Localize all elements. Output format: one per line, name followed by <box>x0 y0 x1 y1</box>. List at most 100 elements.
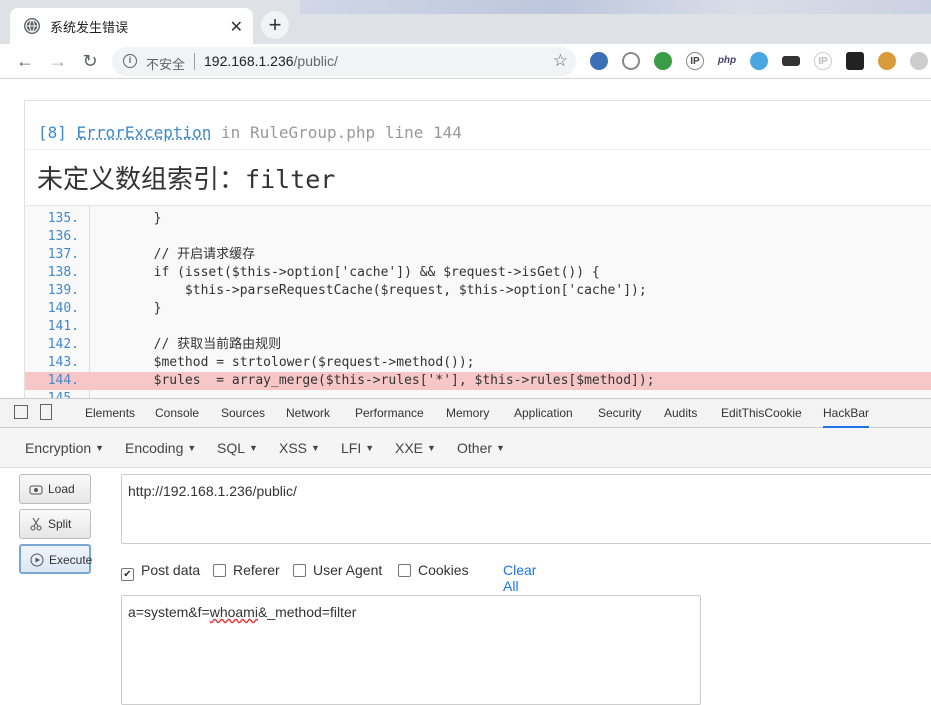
devtools-tab-security[interactable]: Security <box>598 406 641 420</box>
code-line: 140. } <box>25 300 931 318</box>
mask-ext-icon[interactable] <box>782 56 800 66</box>
devtools-tab-memory[interactable]: Memory <box>446 406 489 420</box>
pie-ext-icon[interactable] <box>910 52 928 70</box>
hackbar-menu-encoding[interactable]: Encoding ▼ <box>125 440 196 456</box>
code-text: $rules = array_merge($this->rules['*'], … <box>91 373 655 388</box>
php-ext-icon[interactable]: php <box>716 52 738 70</box>
hackbar-menu-lfi[interactable]: LFI ▼ <box>341 440 374 456</box>
referer-checkbox[interactable]: Referer <box>213 562 280 578</box>
code-text: // 获取当前路由规则 <box>91 337 282 352</box>
play-icon <box>30 553 44 567</box>
url-text[interactable]: 192.168.1.236/public/ <box>204 53 338 69</box>
reload-icon[interactable]: ↻ <box>77 48 103 74</box>
hackbar-body: Load URL Split URL Execute http://192.16… <box>0 468 931 705</box>
line-number: 141. <box>47 319 79 334</box>
code-text: $method = strtolower($request->method())… <box>91 355 475 370</box>
source-code-block: 135. } 136. 137. // 开启请求缓存 138. if (isset($… <box>25 205 931 406</box>
code-text: if (isset($this->option['cache']) && $re… <box>91 265 600 280</box>
code-text: } <box>91 301 162 316</box>
post-data-textarea[interactable]: a=system&f=whoami&_method=filter <box>121 595 701 705</box>
translate-ext-icon[interactable] <box>750 52 768 70</box>
split-url-button[interactable]: Split URL <box>19 509 91 559</box>
devtools-tab-bar: Elements Console Sources Network Performance… <box>0 398 931 428</box>
caret-down-icon: ▼ <box>427 443 436 453</box>
info-icon[interactable]: i <box>123 54 137 68</box>
devtools-tab-sources[interactable]: Sources <box>221 406 265 420</box>
code-text: } <box>91 211 162 226</box>
error-heading: [8] ErrorException in RuleGroup.php line… <box>38 123 462 142</box>
globe-icon <box>24 18 40 34</box>
back-arrow-icon[interactable]: ← <box>12 48 38 74</box>
code-text: // 开启请求缓存 <box>91 247 256 262</box>
devtools-tab-network[interactable]: Network <box>286 406 330 420</box>
globe-ext-icon[interactable] <box>590 52 608 70</box>
exception-link[interactable]: ErrorException <box>77 123 212 142</box>
ip-ext-icon[interactable]: IP <box>686 52 704 70</box>
caret-down-icon: ▼ <box>249 443 258 453</box>
devtools-tab-application[interactable]: Application <box>514 406 573 420</box>
caret-down-icon: ▼ <box>311 443 320 453</box>
caret-down-icon: ▼ <box>365 443 375 453</box>
caret-down-icon: ▼ <box>95 443 105 453</box>
inspect-icon[interactable] <box>14 405 28 419</box>
code-line: 144. $rules = array_merge($this->rules['… <box>25 372 931 390</box>
user-agent-checkbox[interactable]: User Agent <box>293 562 382 578</box>
hackbar-menu-xss[interactable]: XSS ▼ <box>279 440 320 456</box>
checkbox-icon <box>293 564 306 577</box>
line-number: 138. <box>47 265 79 280</box>
line-number: 144. <box>47 373 79 388</box>
scissors-icon <box>30 517 42 531</box>
line-number: 137. <box>47 247 79 262</box>
line-number: 142. <box>47 337 79 352</box>
in-word: in <box>221 123 241 142</box>
hackbar-menu-encryption[interactable]: Encryption ▼ <box>25 440 104 456</box>
code-line: 139. $this->parseRequestCache($request, … <box>25 282 931 300</box>
devtools-tab-hackbar[interactable]: HackBar <box>823 406 870 428</box>
code-line: 137. // 开启请求缓存 <box>25 246 931 264</box>
cookie-ext-icon[interactable] <box>878 52 896 70</box>
load-url-icon <box>29 485 43 495</box>
earth-ext-icon[interactable] <box>654 52 672 70</box>
checkbox-icon <box>213 564 226 577</box>
devtools-tab-performance[interactable]: Performance <box>355 406 424 420</box>
cookies-checkbox[interactable]: Cookies <box>398 562 469 578</box>
line-number: 136. <box>47 229 79 244</box>
line-number: 135. <box>47 211 79 226</box>
execute-label: Execute <box>49 553 93 567</box>
hackbar-menu-other[interactable]: Other ▼ <box>457 440 505 456</box>
url-textarea[interactable]: http://192.168.1.236/public/ <box>121 474 931 544</box>
link-ext-icon[interactable] <box>622 52 640 70</box>
execute-button[interactable]: Execute <box>19 544 93 574</box>
divider <box>194 53 195 70</box>
close-icon[interactable]: ✕ <box>230 17 243 37</box>
hackbar-menu-sql[interactable]: SQL ▼ <box>217 440 258 456</box>
ip-gray-ext-icon[interactable]: IP <box>814 52 832 70</box>
clear-all-link[interactable]: Clear All <box>503 562 536 594</box>
bookmark-star-icon[interactable]: ☆ <box>553 51 568 71</box>
address-bar[interactable]: i 不安全 192.168.1.236/public/ ☆ <box>112 47 576 76</box>
new-tab-button[interactable]: + <box>261 11 289 39</box>
devtools-tab-console[interactable]: Console <box>155 406 199 420</box>
devtools-tab-audits[interactable]: Audits <box>664 406 697 420</box>
line-number: 143. <box>47 355 79 370</box>
error-panel: [8] ErrorException in RuleGroup.php line… <box>24 100 931 406</box>
error-line: line 144 <box>384 123 462 142</box>
error-message: 未定义数组索引：filter <box>37 164 336 194</box>
devtools-tab-editthiscookie[interactable]: EditThisCookie <box>721 406 802 420</box>
device-toolbar-icon[interactable] <box>40 404 52 420</box>
load-url-button[interactable]: Load URL <box>19 474 91 524</box>
page-content: [8] ErrorException in RuleGroup.php line… <box>0 80 931 406</box>
browser-tab[interactable]: 系统发生错误 ✕ <box>10 8 253 44</box>
caret-down-icon: ▼ <box>496 443 505 453</box>
checkbox-icon <box>398 564 411 577</box>
security-label[interactable]: 不安全 <box>146 54 185 73</box>
post-data-checkbox[interactable]: ✔ Post data <box>121 562 200 581</box>
line-number: 140. <box>47 301 79 316</box>
devices-ext-icon[interactable] <box>846 52 864 70</box>
forward-arrow-icon[interactable]: → <box>45 48 71 74</box>
code-line: 142. // 获取当前路由规则 <box>25 336 931 354</box>
devtools-tab-elements[interactable]: Elements <box>85 406 135 420</box>
code-line: 143. $method = strtolower($request->meth… <box>25 354 931 372</box>
line-number: 139. <box>47 283 79 298</box>
hackbar-menu-xxe[interactable]: XXE ▼ <box>395 440 436 456</box>
